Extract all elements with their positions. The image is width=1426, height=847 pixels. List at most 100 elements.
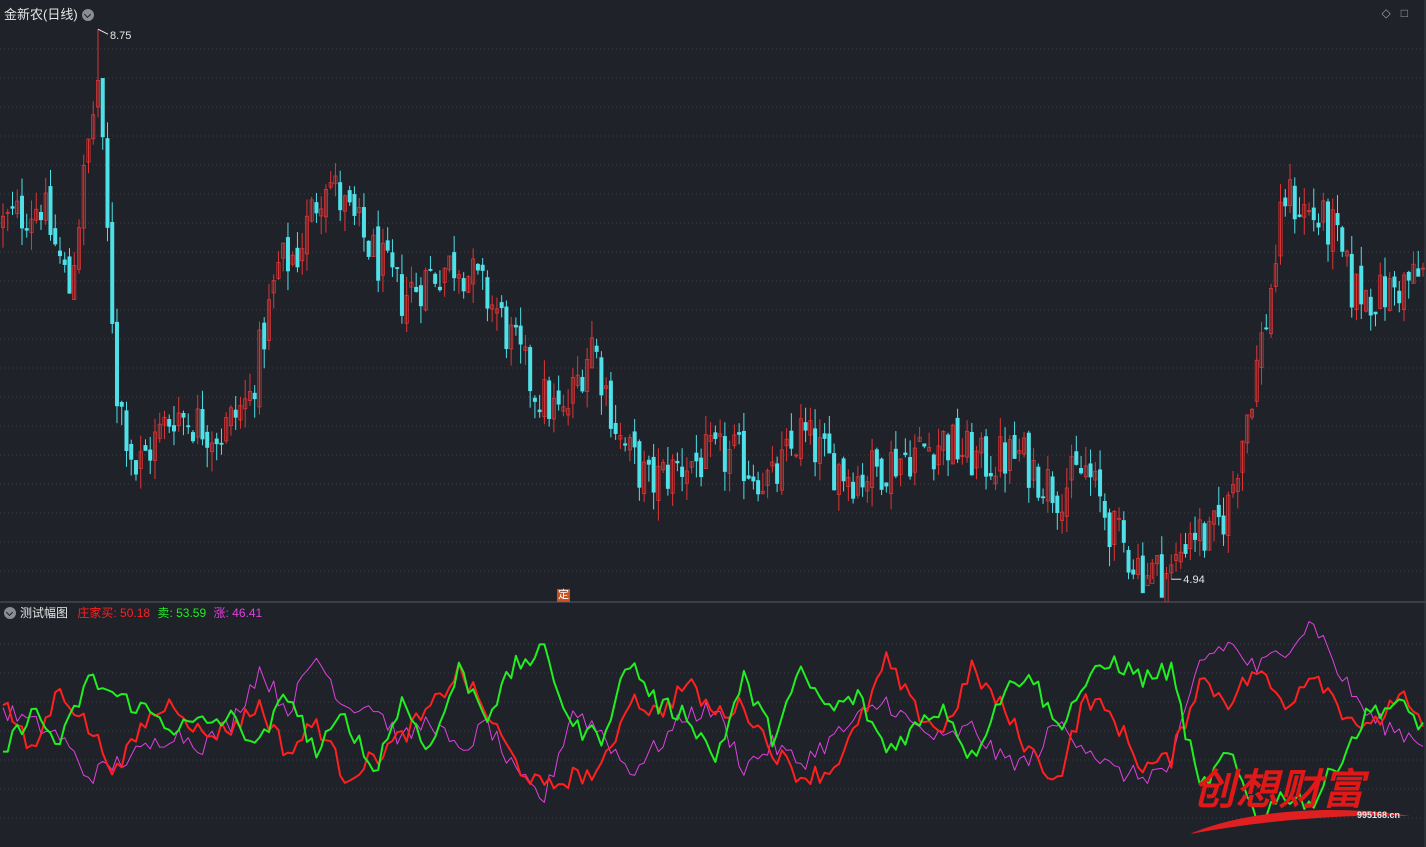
legend-buy-name: 庄家买 bbox=[77, 606, 114, 620]
candle-body bbox=[893, 448, 898, 477]
candle-body bbox=[480, 264, 485, 271]
diamond-icon[interactable]: ◇ bbox=[1382, 6, 1401, 20]
candle-body bbox=[1311, 207, 1316, 221]
candle-body bbox=[252, 392, 257, 400]
candle-body bbox=[38, 211, 43, 221]
candle-body bbox=[352, 194, 357, 216]
candle-body bbox=[167, 419, 172, 427]
candle-body bbox=[62, 259, 67, 265]
candle-body bbox=[1392, 276, 1397, 288]
candle-body bbox=[547, 380, 552, 419]
candle-body bbox=[513, 324, 518, 328]
candle-body bbox=[499, 302, 504, 309]
candle-body bbox=[105, 138, 110, 228]
candle-body bbox=[1193, 532, 1198, 540]
candle-body bbox=[504, 306, 509, 350]
candle-body bbox=[556, 390, 561, 405]
candle-body bbox=[1088, 463, 1093, 478]
candle-body bbox=[262, 322, 267, 350]
candle-body bbox=[1264, 327, 1269, 330]
candle-body bbox=[827, 433, 832, 454]
candle-body bbox=[903, 452, 908, 456]
candle-body bbox=[599, 357, 604, 396]
legend-rise-value: 46.41 bbox=[232, 606, 263, 620]
candle-body bbox=[884, 482, 889, 487]
candle-body bbox=[414, 286, 419, 292]
candle-body bbox=[433, 273, 438, 284]
candle-body bbox=[1216, 504, 1221, 518]
candle-body bbox=[1055, 495, 1060, 514]
candle-body bbox=[148, 449, 153, 461]
legend-sell-name: 卖 bbox=[157, 606, 170, 620]
candle-body bbox=[623, 443, 628, 446]
candle-body bbox=[1326, 201, 1331, 245]
candle-body bbox=[1003, 442, 1008, 474]
candle-body bbox=[1316, 222, 1321, 228]
candle-body bbox=[1036, 466, 1041, 498]
candle-body bbox=[851, 481, 856, 499]
candle-body bbox=[1221, 515, 1226, 535]
candle-body bbox=[646, 459, 651, 465]
chevron-down-icon[interactable] bbox=[81, 9, 94, 21]
candle-body bbox=[874, 449, 879, 467]
stock-chart[interactable]: 8.75 4.94 金新农(日线) ◇□ 测试幅图 庄家买: 50.18 卖: 5… bbox=[0, 0, 1426, 847]
candle-body bbox=[1406, 271, 1411, 281]
marker-badge-label: 定 bbox=[558, 589, 569, 601]
candle-body bbox=[984, 436, 989, 477]
candle-body bbox=[946, 434, 951, 461]
candle-body bbox=[67, 256, 72, 294]
candle-body bbox=[1340, 227, 1345, 252]
candle-body bbox=[1397, 290, 1402, 304]
candle-body bbox=[1359, 265, 1364, 305]
legend-buy: 庄家买: 50.18 bbox=[77, 606, 151, 620]
candle-body bbox=[532, 397, 537, 402]
candle-body bbox=[285, 237, 290, 272]
chevron-down-icon[interactable] bbox=[4, 607, 16, 619]
candle-body bbox=[908, 456, 913, 477]
max-price-label: 8.75 bbox=[110, 30, 131, 42]
candle-body bbox=[775, 463, 780, 484]
window-controls: ◇□ bbox=[1382, 6, 1418, 20]
candle-body bbox=[632, 431, 637, 448]
min-price-label: 4.94 bbox=[1183, 574, 1204, 586]
candle-body bbox=[1107, 512, 1112, 548]
candle-body bbox=[143, 445, 148, 451]
candle-body bbox=[48, 186, 53, 235]
candle-body bbox=[737, 432, 742, 435]
candle-body bbox=[24, 228, 29, 231]
candle-body bbox=[171, 425, 176, 432]
candle-body bbox=[813, 428, 818, 463]
candle-body bbox=[822, 433, 827, 439]
candlestick-panel[interactable]: 8.75 4.94 bbox=[0, 0, 1426, 603]
candle-body bbox=[1283, 197, 1288, 207]
candle-body bbox=[756, 480, 761, 495]
legend-rise-name: 涨 bbox=[213, 606, 226, 620]
indicator-panel[interactable] bbox=[0, 603, 1426, 847]
candle-body bbox=[699, 457, 704, 478]
candle-body bbox=[931, 454, 936, 470]
candle-body bbox=[1373, 311, 1378, 315]
maximize-icon[interactable]: □ bbox=[1401, 6, 1418, 20]
candle-body bbox=[637, 441, 642, 488]
candle-body bbox=[361, 207, 366, 238]
candle-body bbox=[1079, 468, 1084, 474]
candle-body bbox=[537, 409, 542, 413]
candle-body bbox=[190, 432, 195, 442]
candle-body bbox=[608, 380, 613, 429]
candle-body bbox=[1126, 549, 1131, 573]
candle-body bbox=[399, 274, 404, 316]
candle-body bbox=[119, 402, 124, 407]
candle-body bbox=[385, 240, 390, 251]
candle-body bbox=[214, 438, 219, 445]
candle-body bbox=[110, 221, 115, 324]
candle-body bbox=[1416, 268, 1421, 277]
candle-body bbox=[19, 195, 24, 229]
indicator-panel-header: 测试幅图 庄家买: 50.18 卖: 53.59 涨: 46.41 bbox=[4, 604, 262, 621]
candle-body bbox=[1202, 523, 1207, 551]
candle-body bbox=[186, 425, 191, 428]
candle-body bbox=[613, 423, 618, 434]
candle-body bbox=[205, 431, 210, 448]
candle-body bbox=[485, 277, 490, 309]
candle-body bbox=[366, 240, 371, 257]
legend-rise: 涨: 46.41 bbox=[213, 606, 263, 620]
